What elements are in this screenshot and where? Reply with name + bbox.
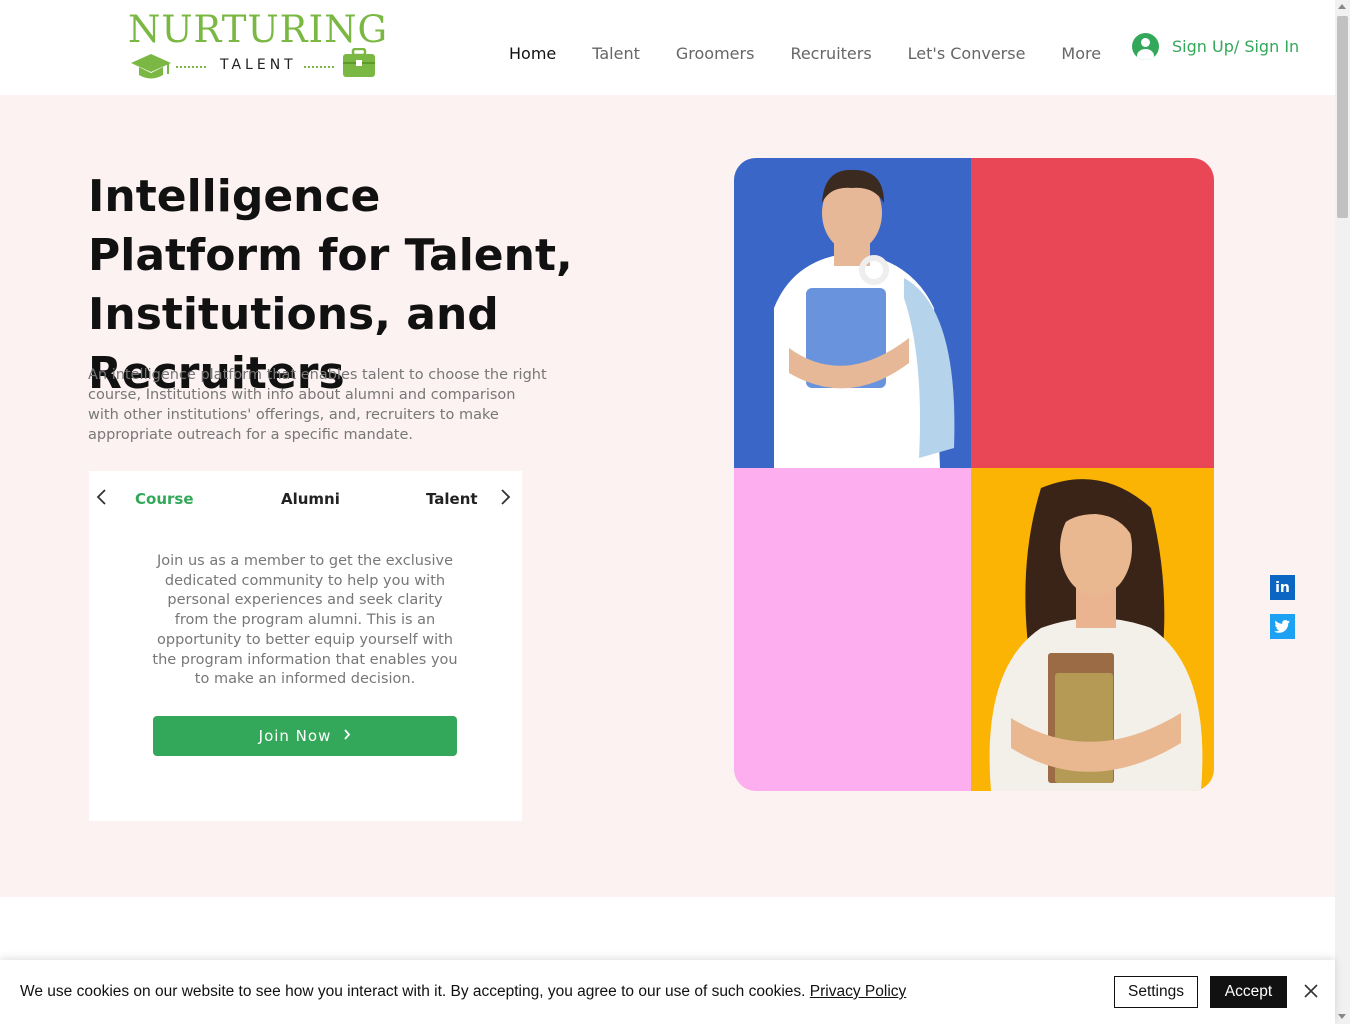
tab-talent[interactable]: Talent — [426, 490, 478, 508]
nav-talent[interactable]: Talent — [574, 44, 658, 63]
privacy-policy-link[interactable]: Privacy Policy — [810, 983, 906, 1000]
chevron-left-icon[interactable] — [95, 488, 111, 508]
join-now-button[interactable]: Join Now — [153, 716, 457, 756]
nav-lets-converse[interactable]: Let's Converse — [890, 44, 1044, 63]
logo-divider — [304, 66, 334, 68]
chevron-right-icon[interactable] — [500, 488, 516, 508]
pink-panel — [734, 468, 971, 791]
logo-wordmark: NURTURING — [128, 8, 389, 51]
main-nav: Home Talent Groomers Recruiters Let's Co… — [491, 44, 1119, 63]
twitter-icon[interactable] — [1270, 614, 1295, 639]
tab-course[interactable]: Course — [135, 490, 194, 508]
logo-subtitle: TALENT — [220, 57, 297, 73]
red-panel — [971, 158, 1214, 468]
close-icon[interactable] — [1302, 982, 1320, 1000]
audience-tabs: Course Alumni Talent Join us as a member… — [89, 471, 522, 821]
cookie-settings-button[interactable]: Settings — [1114, 976, 1198, 1008]
scroll-down-icon[interactable] — [1338, 1014, 1346, 1019]
nav-recruiters[interactable]: Recruiters — [772, 44, 889, 63]
scroll-up-icon[interactable] — [1338, 4, 1346, 9]
hero-description: An intelligence platform that enables ta… — [88, 367, 547, 443]
linkedin-icon[interactable]: in — [1270, 575, 1295, 600]
nav-more[interactable]: More — [1043, 44, 1119, 63]
logo-divider — [176, 66, 206, 68]
page-scrollbar[interactable] — [1335, 0, 1350, 1024]
cookie-message: We use cookies on our website to see how… — [20, 983, 906, 1001]
tab-alumni[interactable]: Alumni — [281, 490, 340, 508]
site-header: NURTURING TALENT Home Talent Groomers Re… — [0, 0, 1335, 95]
student-female-photo — [971, 468, 1214, 791]
nav-groomers[interactable]: Groomers — [658, 44, 773, 63]
chevron-right-icon — [343, 729, 351, 743]
nav-home[interactable]: Home — [491, 44, 574, 63]
user-avatar-icon — [1132, 33, 1159, 60]
site-logo[interactable]: NURTURING TALENT — [128, 8, 388, 83]
briefcase-icon — [342, 47, 376, 82]
signin-label: Sign Up/ Sign In — [1172, 37, 1300, 56]
cookie-banner: We use cookies on our website to see how… — [0, 960, 1335, 1024]
hero-image-collage — [734, 158, 1214, 791]
scroll-thumb[interactable] — [1337, 16, 1348, 218]
cookie-accept-button[interactable]: Accept — [1210, 976, 1287, 1008]
social-bar: in — [1270, 575, 1295, 653]
tab-content: Join us as a member to get the exclusive… — [152, 553, 458, 688]
graduation-cap-icon — [130, 52, 172, 86]
hero-section: Intelligence Platform for Talent, Instit… — [0, 95, 1335, 897]
student-male-photo — [734, 158, 971, 468]
signin-button[interactable]: Sign Up/ Sign In — [1132, 33, 1299, 60]
join-now-label: Join Now — [258, 727, 332, 745]
cookie-text: We use cookies on our website to see how… — [20, 983, 806, 1000]
